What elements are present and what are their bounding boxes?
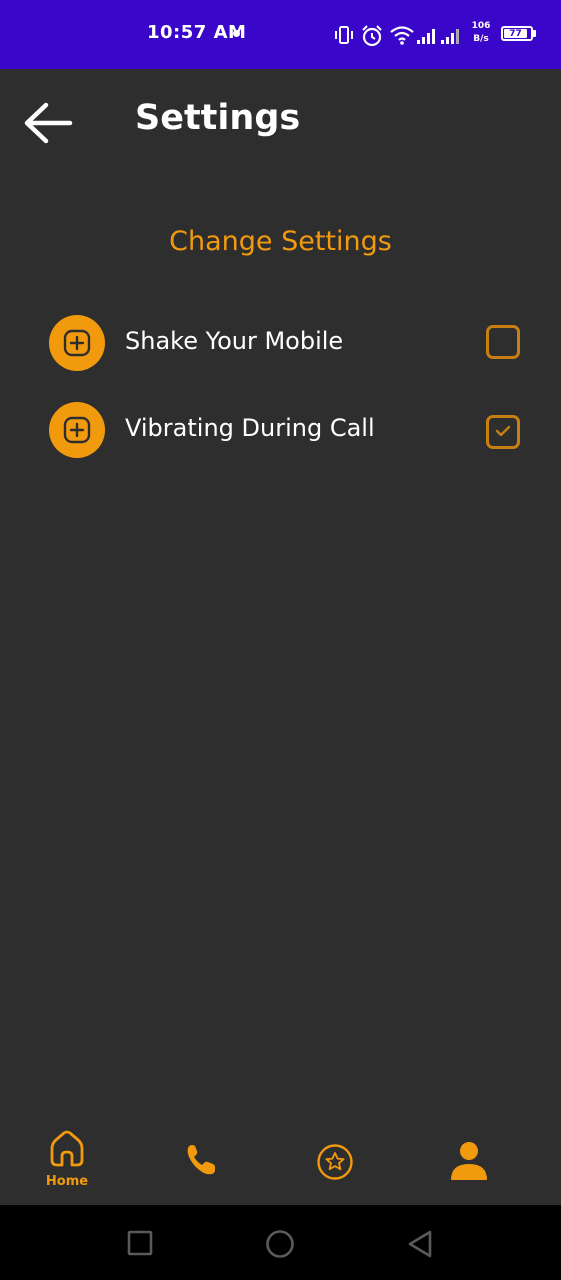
back-button[interactable]	[22, 99, 74, 147]
recent-apps-icon[interactable]	[127, 1230, 153, 1256]
check-icon	[495, 425, 511, 437]
alarm-icon	[362, 25, 382, 47]
status-bar: 10:57 AM 106 B/s 77	[0, 0, 561, 69]
arrow-left-icon	[24, 102, 73, 144]
battery-level: 77	[504, 29, 527, 39]
setting-row-vibrating-during-call[interactable]: Vibrating During Call	[48, 400, 524, 460]
star-circle-icon	[317, 1144, 353, 1180]
nav-item-favorites[interactable]	[316, 1124, 354, 1205]
plus-square-icon	[63, 416, 91, 444]
vibrating-during-call-checkbox[interactable]	[486, 415, 520, 449]
setting-label: Vibrating During Call	[125, 414, 375, 442]
signal-icon	[417, 29, 459, 44]
page-title: Settings	[135, 98, 301, 138]
section-title: Change Settings	[169, 226, 392, 257]
notification-dot-icon	[233, 30, 240, 37]
network-speed: 106 B/s	[470, 20, 492, 46]
home-circle-icon[interactable]	[265, 1229, 295, 1259]
nav-label-home: Home	[45, 1174, 89, 1189]
wifi-icon	[390, 26, 414, 45]
battery-icon: 77	[501, 26, 533, 41]
network-speed-unit: B/s	[473, 34, 489, 44]
bottom-nav: Home	[0, 1124, 561, 1205]
network-speed-value: 106	[471, 21, 491, 31]
user-icon	[451, 1142, 487, 1180]
setting-icon	[49, 402, 105, 458]
vibrate-icon	[335, 26, 353, 44]
system-nav-bar	[0, 1205, 561, 1280]
setting-row-shake-your-mobile[interactable]: Shake Your Mobile	[48, 313, 524, 373]
nav-item-profile[interactable]	[449, 1124, 489, 1205]
back-triangle-icon[interactable]	[406, 1229, 434, 1259]
nav-item-home[interactable]: Home	[45, 1124, 89, 1205]
phone-icon	[187, 1145, 215, 1175]
shake-your-mobile-checkbox[interactable]	[486, 325, 520, 359]
setting-icon	[49, 315, 105, 371]
nav-item-phone[interactable]	[183, 1124, 219, 1205]
home-icon	[50, 1130, 84, 1167]
plus-square-icon	[63, 329, 91, 357]
battery-tip	[533, 30, 536, 37]
status-time: 10:57 AM	[147, 22, 247, 43]
setting-label: Shake Your Mobile	[125, 327, 344, 355]
